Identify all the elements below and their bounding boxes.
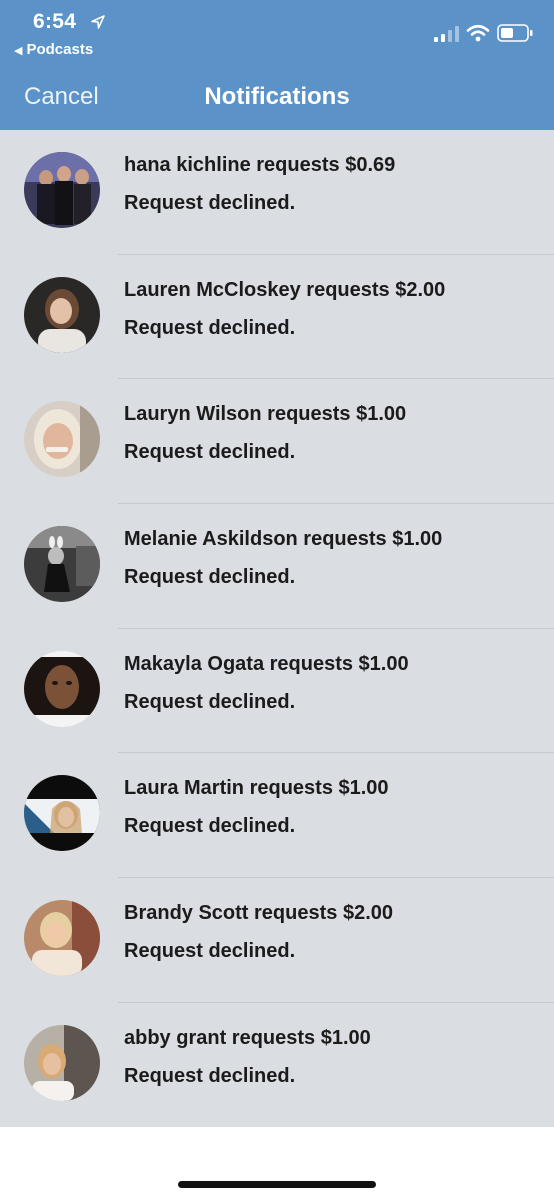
navigation-header: 6:54 ◀ Podcasts Cancel Notifications	[0, 0, 554, 130]
notification-row[interactable]: Laura Martin requests $1.00 Request decl…	[0, 753, 554, 879]
back-app-label: Podcasts	[26, 41, 94, 58]
avatar	[24, 401, 100, 478]
wifi-icon	[466, 24, 490, 42]
avatar	[24, 650, 100, 727]
notification-headline: hana kichline requests $0.69	[124, 154, 396, 176]
page-title: Notifications	[204, 83, 350, 110]
notification-status: Request declined.	[124, 316, 296, 339]
notification-status: Request declined.	[124, 690, 296, 713]
notification-headline: Laura Martin requests $1.00	[124, 777, 389, 800]
avatar	[24, 152, 100, 228]
avatar-photo-icon	[24, 152, 100, 228]
notification-row[interactable]: Makayla Ogata requests $1.00 Request dec…	[0, 629, 554, 754]
notification-list: hana kichline requests $0.69 Request dec…	[0, 130, 554, 1127]
notification-row[interactable]: abby grant requests $1.00 Request declin…	[0, 1003, 554, 1128]
bottom-area	[0, 1127, 554, 1200]
avatar-photo-icon	[24, 276, 100, 353]
avatar-photo-icon	[24, 401, 100, 478]
notification-headline: Brandy Scott requests $2.00	[124, 902, 393, 925]
notification-status: Request declined.	[124, 192, 296, 214]
avatar	[24, 526, 100, 603]
notification-headline: Makayla Ogata requests $1.00	[124, 652, 409, 675]
notification-headline: abby grant requests $1.00	[124, 1026, 371, 1049]
notification-status: Request declined.	[124, 815, 296, 838]
notification-headline: Lauren McCloskey requests $2.00	[124, 278, 446, 301]
avatar-photo-icon	[24, 1024, 100, 1101]
cellular-signal-icon	[434, 26, 459, 42]
back-to-app-link[interactable]: ◀ Podcasts	[14, 41, 93, 58]
avatar	[24, 276, 100, 353]
notification-row[interactable]: Brandy Scott requests $2.00 Request decl…	[0, 878, 554, 1003]
status-time: 6:54	[33, 10, 77, 33]
notification-status: Request declined.	[124, 441, 296, 464]
avatar-photo-icon	[24, 775, 100, 852]
avatar-photo-icon	[24, 650, 100, 727]
home-indicator[interactable]	[178, 1181, 376, 1188]
notification-status: Request declined.	[124, 1064, 296, 1087]
avatar	[24, 900, 100, 977]
notification-status: Request declined.	[124, 566, 296, 589]
battery-icon	[497, 24, 533, 42]
notification-row[interactable]: Melanie Askildson requests $1.00 Request…	[0, 504, 554, 629]
avatar-photo-icon	[24, 900, 100, 977]
notification-status: Request declined.	[124, 940, 296, 963]
location-arrow-icon	[91, 15, 105, 29]
avatar	[24, 1024, 100, 1101]
notification-row[interactable]: Lauren McCloskey requests $2.00 Request …	[0, 255, 554, 380]
notification-row[interactable]: Lauryn Wilson requests $1.00 Request dec…	[0, 379, 554, 505]
notification-row[interactable]: hana kichline requests $0.69 Request dec…	[0, 130, 554, 255]
avatar	[24, 775, 100, 852]
avatar-photo-icon	[24, 526, 100, 603]
notification-headline: Melanie Askildson requests $1.00	[124, 528, 443, 551]
notification-headline: Lauryn Wilson requests $1.00	[124, 403, 407, 426]
back-triangle-icon: ◀	[14, 45, 23, 57]
